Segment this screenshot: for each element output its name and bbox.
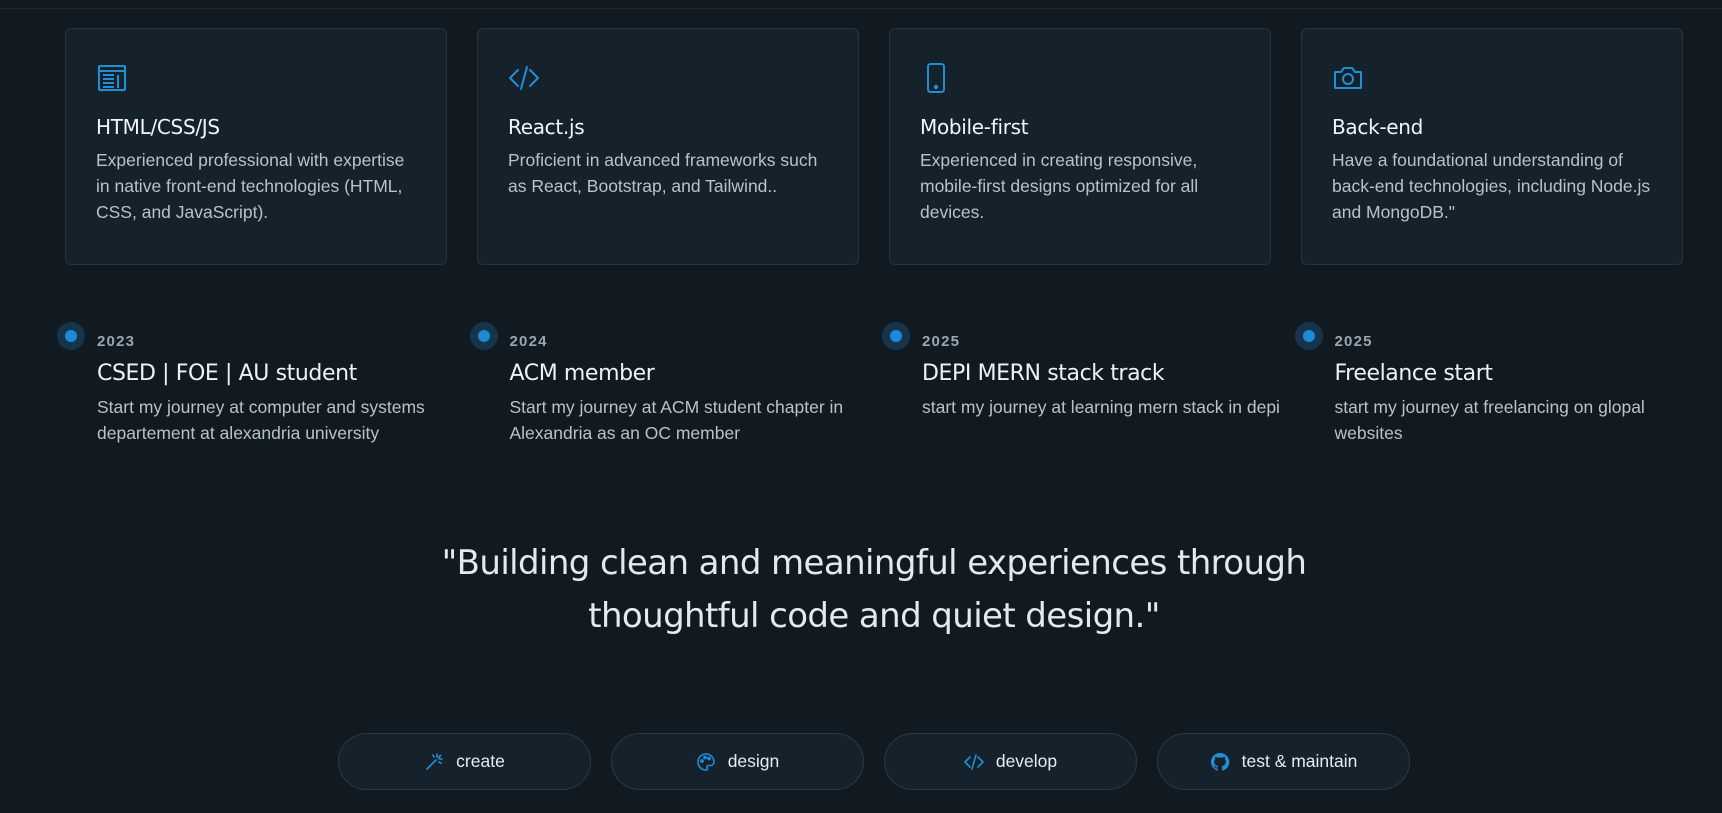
card-description: Have a foundational understanding of bac… bbox=[1332, 150, 1651, 222]
test-maintain-button[interactable]: test & maintain bbox=[1157, 733, 1410, 790]
develop-button[interactable]: develop bbox=[884, 733, 1137, 790]
timeline-dot bbox=[882, 322, 910, 350]
phone-icon bbox=[920, 62, 952, 94]
card-title: Back-end bbox=[1332, 115, 1424, 139]
create-button[interactable]: create bbox=[338, 733, 591, 790]
timeline-year: 2024 bbox=[509, 333, 548, 350]
timeline-description: Start my journey at computer and systems… bbox=[97, 397, 425, 443]
timeline-year: 2025 bbox=[1334, 333, 1373, 350]
design-button[interactable]: design bbox=[611, 733, 864, 790]
timeline-title: CSED | FOE | AU student bbox=[97, 361, 357, 386]
timeline-description: start my journey at freelancing on glopa… bbox=[1334, 397, 1645, 443]
timeline: 2023 CSED | FOE | AU student Start my jo… bbox=[56, 321, 1706, 446]
github-icon bbox=[1210, 752, 1230, 772]
timeline-year: 2025 bbox=[922, 333, 961, 350]
timeline-description: Start my journey at ACM student chapter … bbox=[509, 397, 844, 443]
card-title: Mobile-first bbox=[920, 115, 1029, 139]
header-divider bbox=[0, 0, 1722, 9]
magic-wand-icon bbox=[424, 752, 444, 772]
newspaper-icon bbox=[96, 62, 128, 94]
skill-card-react: React.js Proficient in advanced framewor… bbox=[477, 28, 859, 265]
code-icon bbox=[964, 752, 984, 772]
quote-line-2: thoughtful code and quiet design." bbox=[588, 596, 1160, 636]
skill-card-mobile: Mobile-first Experienced in creating res… bbox=[889, 28, 1271, 265]
timeline-title: DEPI MERN stack track bbox=[922, 361, 1165, 386]
palette-icon bbox=[696, 752, 716, 772]
skills-cards: HTML/CSS/JS Experienced professional wit… bbox=[65, 28, 1683, 265]
card-title: HTML/CSS/JS bbox=[96, 115, 220, 139]
tagline-quote: "Building clean and meaningful experienc… bbox=[361, 537, 1387, 643]
pill-label: develop bbox=[995, 751, 1058, 771]
pill-label: create bbox=[456, 751, 505, 771]
card-title: React.js bbox=[508, 115, 585, 139]
timeline-item: 2025 Freelance start start my journey at… bbox=[1294, 321, 1707, 446]
process-pills: create design develop test & maintain bbox=[338, 733, 1410, 790]
timeline-item: 2024 ACM member Start my journey at ACM … bbox=[469, 321, 882, 446]
card-description: Experienced in creating responsive, mobi… bbox=[920, 150, 1199, 222]
timeline-dot bbox=[469, 322, 498, 350]
timeline-year: 2023 bbox=[97, 333, 136, 350]
skill-card-html: HTML/CSS/JS Experienced professional wit… bbox=[65, 28, 447, 265]
timeline-item: 2025 DEPI MERN stack track start my jour… bbox=[881, 321, 1294, 446]
timeline-title: Freelance start bbox=[1334, 361, 1493, 386]
pill-label: test & maintain bbox=[1241, 751, 1358, 771]
code-icon bbox=[508, 62, 540, 94]
timeline-title: ACM member bbox=[509, 361, 655, 386]
card-description: Experienced professional with expertise … bbox=[96, 150, 405, 222]
timeline-dot bbox=[1294, 322, 1323, 350]
card-description: Proficient in advanced frameworks such a… bbox=[508, 150, 818, 196]
pill-label: design bbox=[727, 751, 780, 771]
camera-icon bbox=[1332, 62, 1364, 94]
timeline-item: 2023 CSED | FOE | AU student Start my jo… bbox=[56, 321, 469, 446]
skill-card-backend: Back-end Have a foundational understandi… bbox=[1301, 28, 1683, 265]
timeline-description: start my journey at learning mern stack … bbox=[922, 397, 1280, 417]
quote-line-1: "Building clean and meaningful experienc… bbox=[441, 543, 1307, 583]
timeline-dot bbox=[57, 322, 85, 350]
